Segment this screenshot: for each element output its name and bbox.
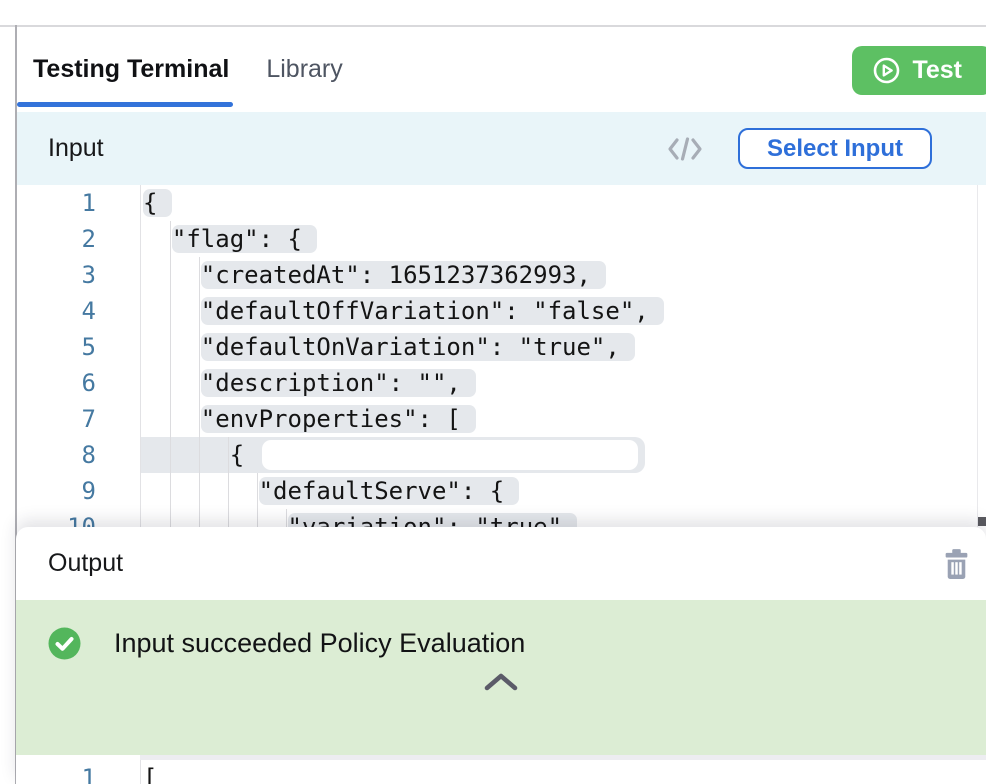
code-line[interactable]: 1[ bbox=[17, 760, 986, 784]
code-text: "defaultOnVariation": "true", bbox=[143, 329, 635, 365]
select-input-button[interactable]: Select Input bbox=[738, 128, 932, 169]
line-number: 9 bbox=[17, 473, 96, 509]
input-section-header: Input Select Input bbox=[17, 112, 986, 185]
tab-bar: Testing Terminal Library bbox=[17, 27, 986, 112]
code-text: "defaultOffVariation": "false", bbox=[143, 293, 664, 329]
result-banner: Input succeeded Policy Evaluation bbox=[16, 600, 986, 755]
code-text: "envProperties": [ bbox=[143, 401, 476, 437]
input-code-lines: 1{2 "flag": {3 "createdAt": 165123736299… bbox=[17, 185, 986, 527]
line-number: 1 bbox=[17, 185, 96, 221]
indent-guide bbox=[199, 257, 200, 527]
code-text: "createdAt": 1651237362993, bbox=[143, 257, 606, 293]
gutter-divider bbox=[96, 365, 141, 401]
result-banner-message: Input succeeded Policy Evaluation bbox=[114, 628, 525, 659]
gutter-divider bbox=[96, 401, 141, 437]
code-line[interactable]: 7 "envProperties": [ bbox=[17, 401, 986, 437]
tab-library[interactable]: Library bbox=[262, 27, 346, 112]
gutter-divider bbox=[96, 329, 141, 365]
gutter-divider bbox=[96, 509, 141, 527]
line-number: 5 bbox=[17, 329, 96, 365]
line-number: 3 bbox=[17, 257, 96, 293]
code-line[interactable]: 10 "variation": "true" bbox=[17, 509, 986, 527]
input-section-title: Input bbox=[48, 134, 104, 163]
code-line[interactable]: 4 "defaultOffVariation": "false", bbox=[17, 293, 986, 329]
trash-icon bbox=[941, 547, 972, 581]
clear-output-button[interactable] bbox=[939, 545, 974, 583]
gutter-divider bbox=[96, 437, 141, 473]
output-code-lines: 1[ bbox=[17, 760, 986, 784]
code-line[interactable]: 5 "defaultOnVariation": "true", bbox=[17, 329, 986, 365]
gutter-divider bbox=[96, 473, 141, 509]
code-line[interactable]: 3 "createdAt": 1651237362993, bbox=[17, 257, 986, 293]
output-editor-top-strip bbox=[140, 755, 986, 760]
gutter-divider bbox=[96, 257, 141, 293]
tab-testing-terminal-label: Testing Terminal bbox=[33, 55, 229, 84]
chevron-up-icon bbox=[483, 672, 519, 692]
tab-testing-terminal[interactable]: Testing Terminal bbox=[17, 27, 233, 112]
gutter-divider bbox=[96, 185, 141, 221]
output-code-editor[interactable]: 1[ bbox=[17, 755, 986, 784]
code-text: "description": "", bbox=[143, 365, 476, 401]
test-button-label: Test bbox=[912, 56, 962, 85]
line-number: 6 bbox=[17, 365, 96, 401]
code-line[interactable]: 8 { bbox=[17, 437, 986, 473]
line-number: 8 bbox=[17, 437, 96, 473]
play-icon bbox=[872, 56, 901, 85]
scrollbar-track[interactable] bbox=[977, 185, 978, 527]
gutter-divider bbox=[96, 221, 141, 257]
success-check-icon bbox=[48, 627, 81, 660]
line-number: 2 bbox=[17, 221, 96, 257]
code-line[interactable]: 6 "description": "", bbox=[17, 365, 986, 401]
code-text: "variation": "true" bbox=[143, 509, 577, 527]
scrollbar-thumb[interactable] bbox=[978, 517, 986, 526]
output-section-header: Output bbox=[16, 527, 986, 600]
output-panel: Output Input succeed bbox=[16, 527, 986, 784]
code-view-icon[interactable] bbox=[667, 136, 703, 162]
result-banner-row: Input succeeded Policy Evaluation bbox=[48, 627, 986, 660]
indent-guide bbox=[257, 473, 258, 527]
code-text: [ bbox=[143, 760, 157, 784]
output-section-title: Output bbox=[48, 549, 939, 578]
indent-guide bbox=[170, 221, 171, 527]
indent-guide bbox=[228, 437, 229, 527]
indent-guide bbox=[286, 509, 287, 527]
code-line[interactable]: 9 "defaultServe": { bbox=[17, 473, 986, 509]
line-number: 7 bbox=[17, 401, 96, 437]
code-line[interactable]: 1{ bbox=[17, 185, 986, 221]
code-text: { bbox=[143, 185, 172, 221]
test-button[interactable]: Test bbox=[852, 46, 986, 95]
gutter-divider bbox=[96, 293, 141, 329]
collapse-banner-button[interactable] bbox=[483, 672, 519, 692]
line-number: 10 bbox=[17, 509, 96, 527]
tab-library-label: Library bbox=[266, 55, 342, 84]
code-line[interactable]: 2 "flag": { bbox=[17, 221, 986, 257]
input-code-editor[interactable]: 1{2 "flag": {3 "createdAt": 165123736299… bbox=[17, 185, 986, 527]
line-number: 4 bbox=[17, 293, 96, 329]
gutter-divider bbox=[96, 760, 141, 784]
line-number: 1 bbox=[17, 760, 96, 784]
